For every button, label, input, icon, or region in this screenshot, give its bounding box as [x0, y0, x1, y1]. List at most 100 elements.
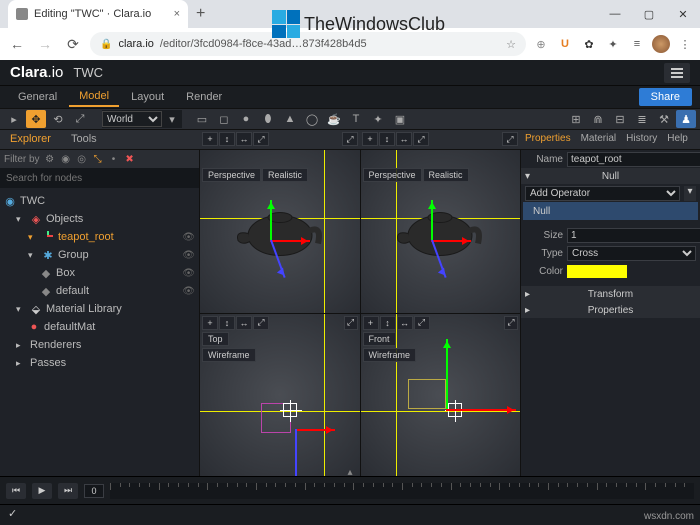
new-tab-button[interactable]: +	[196, 5, 205, 23]
tool-snap-icon[interactable]: ⊞	[566, 110, 586, 128]
tool-magnet-icon[interactable]: ⋒	[588, 110, 608, 128]
visibility-icon[interactable]: 👁	[182, 250, 195, 261]
vp-camera-label[interactable]: Perspective	[363, 168, 422, 182]
tool-scale-icon[interactable]: ⤢	[70, 110, 90, 128]
ext-key-icon[interactable]: ⊕	[532, 35, 550, 53]
filter-axes-icon[interactable]: ⤡	[92, 153, 104, 165]
app-menu-icon[interactable]	[664, 63, 690, 83]
prim-plane-icon[interactable]: ▭	[192, 110, 212, 128]
profile-avatar[interactable]	[652, 35, 670, 53]
vp2-expand-icon[interactable]: +	[362, 132, 378, 146]
tree-matlib[interactable]: ▾⬙Material Library	[0, 300, 199, 318]
url-box[interactable]: 🔒 clara.io /editor/3fcd0984-f8ce-43ad…87…	[90, 32, 526, 56]
viewport-front[interactable]: +↕↔⤢ ⤢ Front Wireframe	[361, 314, 521, 477]
visibility-icon[interactable]: 👁	[182, 286, 195, 297]
filter-gear-icon[interactable]: ⚙	[44, 153, 56, 165]
vp2-full-icon[interactable]: ⤢	[502, 132, 518, 146]
transform-gizmo[interactable]	[391, 200, 471, 280]
vp1-expand-icon[interactable]: +	[202, 132, 218, 146]
splitter-handle-icon[interactable]: ▴	[347, 467, 352, 478]
add-operator-icon[interactable]: ▾	[684, 186, 696, 201]
type-select[interactable]: Cross	[567, 246, 696, 261]
viewport-perspective-1[interactable]: PerspectiveRealistic	[200, 150, 360, 313]
tab-general[interactable]: General	[8, 88, 67, 106]
vp-shading-label[interactable]: Wireframe	[202, 348, 256, 362]
prim-camera-icon[interactable]: ▣	[390, 110, 410, 128]
transform-gizmo[interactable]	[230, 200, 310, 280]
app-logo[interactable]: Clara.io	[10, 64, 63, 81]
timeline-end-icon[interactable]: ⏭	[58, 483, 78, 499]
window-minimize[interactable]: —	[598, 3, 632, 25]
tree-teapot[interactable]: ▾teapot_root👁	[0, 228, 199, 246]
vp-expand-icon[interactable]: +	[363, 316, 379, 330]
viewport-top[interactable]: +↕↔⤢ ⤢ Top Wireframe	[200, 314, 360, 477]
name-input[interactable]	[567, 152, 700, 167]
prim-light-icon[interactable]: ✦	[368, 110, 388, 128]
filter-cross-icon[interactable]: ✖	[124, 153, 136, 165]
tab-help[interactable]: Help	[662, 130, 693, 149]
vp2-max-icon[interactable]: ⤢	[413, 132, 429, 146]
vp1-full-icon[interactable]: ⤢	[342, 132, 358, 146]
vp-shading-label[interactable]: Realistic	[423, 168, 469, 182]
tool-wrench-icon[interactable]: ⚒	[654, 110, 674, 128]
bookmark-star-icon[interactable]: ☆	[506, 38, 516, 51]
nav-forward-icon[interactable]: →	[34, 33, 56, 55]
tab-model[interactable]: Model	[69, 87, 119, 107]
tab-layout[interactable]: Layout	[121, 88, 174, 106]
timeline-start-icon[interactable]: ⏮	[6, 483, 26, 499]
vp-camera-label[interactable]: Perspective	[202, 168, 261, 182]
filter-dot-icon[interactable]: •	[108, 153, 120, 165]
visibility-icon[interactable]: 👁	[182, 268, 195, 279]
window-maximize[interactable]: ▢	[632, 3, 666, 25]
vp-camera-label[interactable]: Top	[202, 332, 229, 346]
vp-shading-label[interactable]: Realistic	[262, 168, 308, 182]
tree-group[interactable]: ▾✱Group👁	[0, 246, 199, 264]
tab-material[interactable]: Material	[576, 130, 622, 149]
browser-menu-icon[interactable]: ⋮	[676, 35, 694, 53]
tool-layers-icon[interactable]: ≣	[632, 110, 652, 128]
vp-max-icon[interactable]: ⤢	[414, 316, 430, 330]
tree-box[interactable]: ◆Box👁	[0, 264, 199, 282]
prim-text-icon[interactable]: T	[346, 110, 366, 128]
tool-user-icon[interactable]: ♟	[676, 110, 696, 128]
visibility-icon[interactable]: 👁	[182, 232, 195, 243]
null-operator-row[interactable]: Null	[527, 206, 550, 217]
ext-puzzle-icon[interactable]: ✦	[604, 35, 622, 53]
tab-explorer[interactable]: Explorer	[0, 130, 61, 149]
tree-renderers[interactable]: ▸Renderers	[0, 336, 199, 354]
tab-properties[interactable]: Properties	[520, 130, 576, 149]
add-operator-select[interactable]: Add Operator	[525, 186, 680, 201]
vp-shading-label[interactable]: Wireframe	[363, 348, 417, 362]
vp-max-icon[interactable]: ⤢	[253, 316, 269, 330]
vp1-max-icon[interactable]: ⤢	[253, 132, 269, 146]
coord-system-select[interactable]: World ▾	[102, 110, 182, 128]
tool-rotate-icon[interactable]: ⟲	[48, 110, 68, 128]
vp-camera-label[interactable]: Front	[363, 332, 396, 346]
coord-dropdown-icon[interactable]: ▾	[162, 110, 182, 128]
search-box[interactable]	[0, 168, 199, 188]
tab-tools[interactable]: Tools	[61, 130, 107, 149]
share-button[interactable]: Share	[639, 88, 692, 106]
prim-torus-icon[interactable]: ◯	[302, 110, 322, 128]
ext-gear-icon[interactable]: ✿	[580, 35, 598, 53]
tree-root[interactable]: ◉TWC	[0, 192, 199, 210]
tool-grid-icon[interactable]: ⊟	[610, 110, 630, 128]
vp-pan-icon[interactable]: ↔	[397, 316, 413, 330]
browser-tab[interactable]: Editing "TWC" · Clara.io ×	[8, 0, 188, 28]
tab-render[interactable]: Render	[176, 88, 232, 106]
vp2-pan-icon[interactable]: ↔	[396, 132, 412, 146]
section-properties[interactable]: ▸Properties	[521, 302, 700, 318]
filter-ring-icon[interactable]: ◎	[76, 153, 88, 165]
tree-objects[interactable]: ▾◈Objects	[0, 210, 199, 228]
tool-select-icon[interactable]: ▸	[4, 110, 24, 128]
prim-cone-icon[interactable]: ▲	[280, 110, 300, 128]
vp-pan-icon[interactable]: ↔	[236, 316, 252, 330]
vp-zoom-icon[interactable]: ↕	[219, 316, 235, 330]
prim-cylinder-icon[interactable]: ⬮	[258, 110, 278, 128]
vp-full-icon[interactable]: ⤢	[504, 316, 518, 330]
timeline-track[interactable]	[110, 483, 694, 499]
vp-full-icon[interactable]: ⤢	[344, 316, 358, 330]
filter-eye-icon[interactable]: ◉	[60, 153, 72, 165]
size-input[interactable]	[567, 228, 700, 243]
tab-history[interactable]: History	[621, 130, 662, 149]
